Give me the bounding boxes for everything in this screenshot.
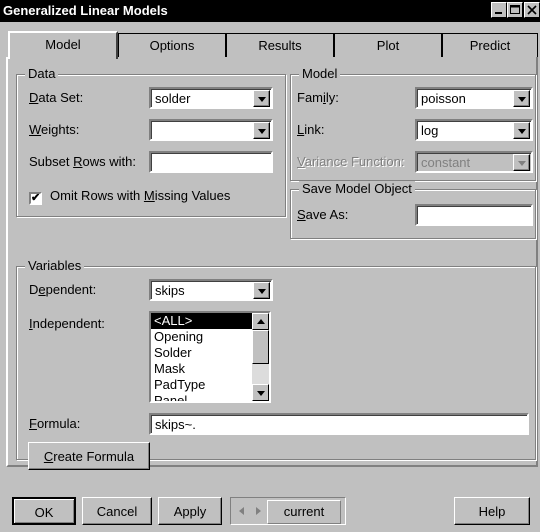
dependent-value: skips [155, 283, 185, 298]
tab-predict[interactable]: Predict [442, 33, 538, 57]
omit-missing-label: Omit Rows with Missing Values [50, 188, 231, 203]
subset-rows-input[interactable] [149, 151, 273, 173]
dependent-select[interactable]: skips [149, 279, 273, 301]
page-spinner: current [230, 497, 346, 525]
independent-listbox[interactable]: <ALL> Opening Solder Mask PadType Panel [149, 311, 271, 403]
create-formula-button[interactable]: Create Formula [28, 442, 150, 470]
independent-label: Independent: [29, 316, 105, 331]
apply-button[interactable]: Apply [158, 497, 222, 525]
chevron-down-icon [513, 154, 530, 171]
formula-input[interactable] [149, 413, 529, 435]
data-group: Data Data Set: solder Weights: Subset Ro… [16, 66, 286, 217]
save-as-label: Save As: [297, 207, 349, 222]
tab-strip: Model Options Results Plot Predict [6, 31, 538, 59]
tab-plot[interactable]: Plot [334, 33, 442, 57]
scroll-up-icon[interactable] [252, 313, 269, 330]
family-label: Family: [297, 90, 339, 105]
variance-function-label: Variance Function: [297, 154, 405, 169]
weights-select[interactable] [149, 119, 273, 141]
window-title: Generalized Linear Models [3, 3, 168, 18]
page-value: current [267, 500, 341, 524]
chevron-down-icon[interactable] [513, 122, 530, 139]
chevron-down-icon[interactable] [253, 90, 270, 107]
ok-button[interactable]: OK [12, 497, 76, 525]
model-group-title: Model [299, 66, 341, 81]
subset-rows-label: Subset Rows with: [29, 154, 136, 169]
save-model-group: Save Model Object Save As: [290, 181, 536, 239]
model-group: Model Family: poisson Link: log Variance… [290, 66, 536, 181]
data-set-value: solder [155, 91, 191, 106]
model-tab-panel: Data Data Set: solder Weights: Subset Ro… [6, 57, 538, 470]
cancel-button[interactable]: Cancel [82, 497, 152, 525]
chevron-right-icon[interactable] [250, 498, 267, 524]
weights-label: Weights: [29, 122, 80, 137]
data-group-title: Data [25, 66, 59, 81]
close-icon[interactable] [524, 2, 540, 18]
variance-function-value: constant [421, 155, 471, 170]
variance-function-select: constant [415, 151, 533, 173]
scroll-down-icon[interactable] [252, 384, 269, 401]
save-as-input[interactable] [415, 204, 533, 226]
link-value: log [421, 123, 439, 138]
minimize-icon[interactable] [491, 2, 507, 18]
independent-scrollbar[interactable] [252, 313, 269, 401]
chevron-left-icon[interactable] [233, 498, 250, 524]
chevron-down-icon[interactable] [253, 122, 270, 139]
family-select[interactable]: poisson [415, 87, 533, 109]
omit-missing-checkbox[interactable]: ✔ [29, 192, 42, 205]
data-set-select[interactable]: solder [149, 87, 273, 109]
chevron-down-icon[interactable] [253, 282, 270, 299]
variables-group-title: Variables [25, 258, 85, 273]
data-set-label: Data Set: [29, 90, 84, 105]
tab-model[interactable]: Model [8, 31, 118, 59]
formula-label: Formula: [29, 416, 81, 431]
dependent-label: Dependent: [29, 282, 97, 297]
help-button[interactable]: Help [454, 497, 530, 525]
tab-options[interactable]: Options [118, 33, 226, 57]
variables-group: Variables Dependent: skips Independent: … [16, 258, 536, 460]
family-value: poisson [421, 91, 466, 106]
maximize-icon[interactable] [507, 2, 523, 18]
chevron-down-icon[interactable] [513, 90, 530, 107]
glm-dialog: Generalized Linear Models Model Options … [0, 0, 540, 532]
scroll-thumb[interactable] [252, 330, 269, 364]
link-select[interactable]: log [415, 119, 533, 141]
save-model-group-title: Save Model Object [299, 181, 415, 196]
link-label: Link: [297, 122, 325, 137]
tab-results[interactable]: Results [226, 33, 334, 57]
title-bar[interactable]: Generalized Linear Models [0, 0, 540, 22]
